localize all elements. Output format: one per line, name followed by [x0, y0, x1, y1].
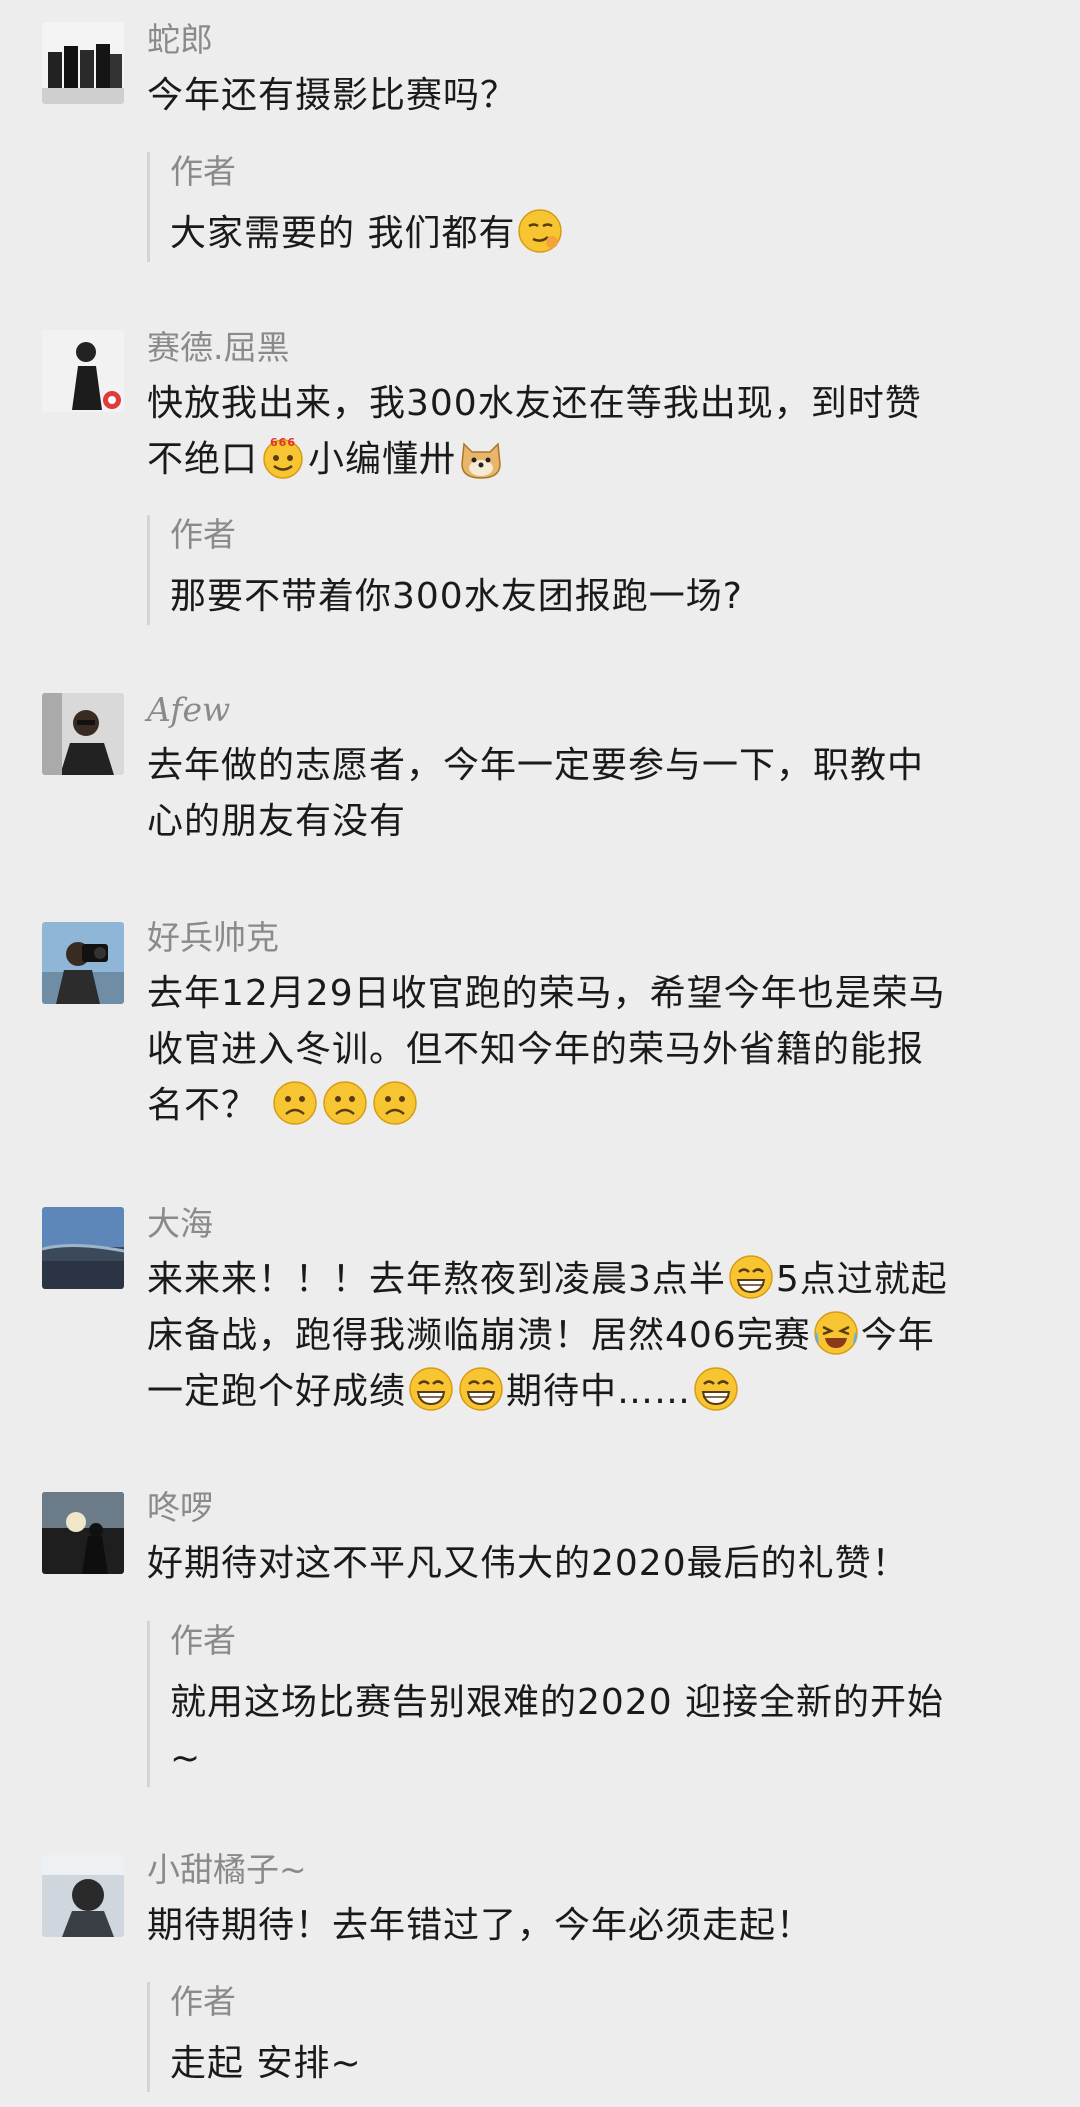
- comment-author: Afew: [147, 690, 231, 729]
- comment-text-line: 收官进入冬训。但不知今年的荣马外省籍的能报: [147, 1029, 925, 1070]
- frown-emoji-icon: [372, 1080, 418, 1126]
- comment-text-line: 不绝口 666 小编懂卅: [147, 432, 1037, 488]
- avatar[interactable]: [42, 22, 124, 104]
- avatar[interactable]: [42, 693, 124, 775]
- comment-text-line: 去年12月29日收官跑的荣马，希望今年也是荣马: [147, 973, 946, 1014]
- comment-text-segment: 一定跑个好成绩: [147, 1371, 407, 1412]
- reply-label: 作者: [170, 1982, 236, 2021]
- comment-text-line: 一定跑个好成绩 期待中……: [147, 1364, 1037, 1420]
- comment-author: 好兵帅克: [147, 918, 279, 957]
- reply-text-line: ~: [170, 1738, 202, 1779]
- avatar[interactable]: [42, 1855, 124, 1937]
- comment-text-segment: 床备战，跑得我濒临崩溃！居然406完赛: [147, 1315, 811, 1356]
- comment-text: 去年做的志愿者，今年一定要参与一下，职教中 心的朋友有没有: [147, 738, 1037, 850]
- comment-text-line: 去年做的志愿者，今年一定要参与一下，职教中: [147, 745, 925, 786]
- comment-text: 今年还有摄影比赛吗？: [147, 75, 518, 116]
- reply-label: 作者: [170, 152, 236, 191]
- reply-text: 走起 安排~: [170, 2043, 362, 2084]
- comment-text-segment: 小编懂卅: [308, 439, 457, 480]
- avatar[interactable]: [42, 1207, 124, 1289]
- author-reply: 作者 就用这场比赛告别艰难的2020 迎接全新的开始 ~: [147, 1621, 1050, 1787]
- comment-text-line: 来来来！！！去年熬夜到凌晨3点半 5点过就起: [147, 1252, 1037, 1308]
- grin-emoji-icon: [728, 1254, 774, 1300]
- comment-text: 快放我出来，我300水友还在等我出现，到时赞 不绝口 666 小编懂卅: [147, 376, 1037, 488]
- reply-text: 大家需要的 我们都有: [170, 206, 1050, 262]
- reply-label: 作者: [170, 1621, 236, 1660]
- 666-emoji-icon: 666: [260, 434, 306, 480]
- comment-text-line: 心的朋友有没有: [147, 801, 407, 842]
- comment-text-segment: 期待中……: [506, 1371, 692, 1412]
- author-reply: 作者 大家需要的 我们都有: [147, 152, 1050, 262]
- reply-text: 那要不带着你300水友团报跑一场?: [170, 576, 743, 617]
- frown-emoji-icon: [322, 1080, 368, 1126]
- reply-label: 作者: [170, 515, 236, 554]
- smirk-emoji-icon: [517, 208, 563, 254]
- comment-author: 蛇郎: [147, 20, 213, 59]
- author-reply: 作者 走起 安排~: [147, 1982, 1050, 2092]
- comment-text: 去年12月29日收官跑的荣马，希望今年也是荣马 收官进入冬训。但不知今年的荣马外…: [147, 966, 1037, 1134]
- frown-emoji-icon: [272, 1080, 318, 1126]
- grin-emoji-icon: [458, 1366, 504, 1412]
- comment-author: 咚啰: [147, 1488, 213, 1527]
- reply-text: 就用这场比赛告别艰难的2020 迎接全新的开始 ~: [170, 1675, 1050, 1787]
- comment-text-segment: 来来来！！！去年熬夜到凌晨3点半: [147, 1259, 726, 1300]
- doge-emoji-icon: [458, 434, 504, 480]
- comment-text: 好期待对这不平凡又伟大的2020最后的礼赞！: [147, 1543, 909, 1584]
- reply-text-content: 大家需要的 我们都有: [170, 213, 516, 254]
- reply-text-line: 就用这场比赛告别艰难的2020 迎接全新的开始: [170, 1682, 945, 1723]
- comment-text-segment: 名不？: [147, 1085, 259, 1126]
- grin-emoji-icon: [693, 1366, 739, 1412]
- comment-text-segment: 今年: [860, 1315, 935, 1356]
- cry-laugh-emoji-icon: [813, 1310, 859, 1356]
- grin-emoji-icon: [408, 1366, 454, 1412]
- svg-text:666: 666: [270, 436, 296, 449]
- avatar[interactable]: [42, 922, 124, 1004]
- comment-text-segment: 不绝口: [147, 439, 259, 480]
- comment-text-segment: 5点过就起: [775, 1259, 948, 1300]
- comment-text: 来来来！！！去年熬夜到凌晨3点半 5点过就起 床备战，跑得我濒临崩溃！居然406完…: [147, 1252, 1037, 1420]
- comment-text-line: 快放我出来，我300水友还在等我出现，到时赞: [147, 383, 922, 424]
- comment-text-line: 床备战，跑得我濒临崩溃！居然406完赛 今年: [147, 1308, 1037, 1364]
- comment-author: 大海: [147, 1204, 213, 1243]
- avatar[interactable]: [42, 330, 124, 412]
- comment-author: 小甜橘子~: [147, 1850, 307, 1889]
- author-reply: 作者 那要不带着你300水友团报跑一场?: [147, 515, 1050, 625]
- avatar[interactable]: [42, 1492, 124, 1574]
- comment-text: 期待期待！去年错过了，今年必须走起！: [147, 1905, 814, 1946]
- comment-author: 赛德.屈黑: [147, 328, 290, 367]
- comment-text-line: 名不？: [147, 1078, 1037, 1134]
